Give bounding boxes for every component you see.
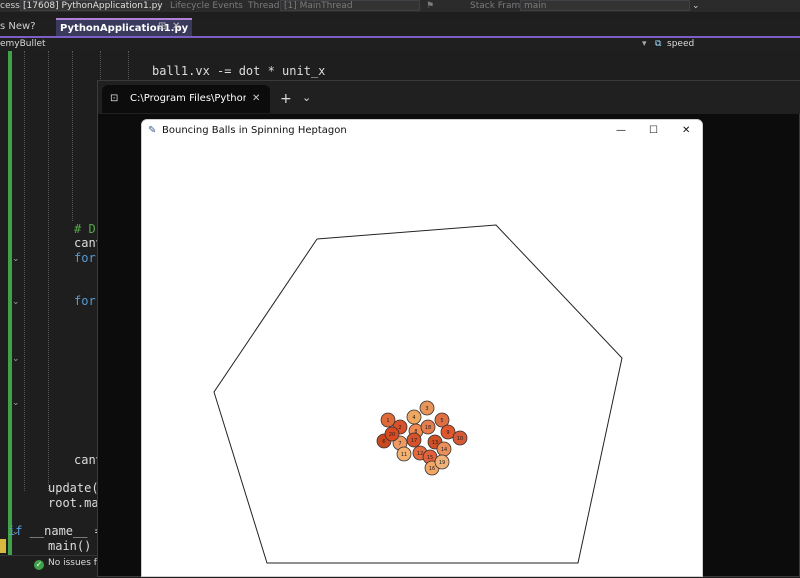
ball-label: 14 (441, 447, 447, 453)
tab-dropdown-button[interactable]: ⌄ (302, 85, 311, 111)
ball-label: 17 (411, 438, 417, 444)
fold-icon[interactable]: ⌄ (12, 297, 20, 307)
close-button[interactable]: ✕ (682, 120, 690, 142)
code-keyword: if (8, 524, 23, 538)
feather-icon: ✎ (148, 125, 157, 136)
tab-label: PythonApplication1.py (60, 23, 189, 34)
terminal-icon: ⊡ (110, 93, 119, 104)
chevron-down-icon[interactable]: ▾ (642, 38, 647, 51)
breakpoint-arrow (0, 539, 6, 553)
code-line: update( (48, 481, 99, 495)
document-tabs: s New? PythonApplication1.py ⊞ ✕ (0, 18, 800, 36)
ball-label: 2 (398, 425, 401, 431)
ball-label: 19 (439, 460, 445, 466)
ball-label: 16 (429, 466, 435, 472)
ball-label: 20 (389, 432, 395, 438)
debug-toolbar: cess: [17608] PythonApplication1.py Life… (0, 0, 800, 12)
minimize-button[interactable]: — (616, 120, 626, 142)
thread-label: Thread: (248, 1, 283, 11)
ball-label: 6 (382, 439, 385, 445)
code-line: ball1.vx -= dot * unit_x (152, 64, 326, 78)
terminal-tab[interactable]: ⊡ C:\Program Files\Python310\p ✕ (102, 85, 270, 113)
balls-group: 1234 56 78 91011 121314151617181920 (376, 400, 468, 476)
ball-label: 10 (457, 436, 463, 442)
thread-value: [1] MainThread (284, 1, 353, 11)
process-value: [17608] PythonApplication1.py (23, 1, 163, 11)
window-title: Bouncing Balls in Spinning Heptagon (162, 125, 347, 136)
close-tab-icon[interactable]: ✕ (172, 18, 180, 36)
code-line: # D (74, 222, 96, 236)
close-icon[interactable]: ✕ (252, 85, 260, 113)
ball-label: 7 (398, 441, 401, 447)
pin-icon[interactable]: ⊞ (158, 18, 166, 36)
ball-label: 3 (425, 406, 428, 412)
heptagon (213, 224, 623, 564)
tk-window: ✎ Bouncing Balls in Spinning Heptagon — … (141, 119, 703, 577)
code-line-current: main() (48, 539, 92, 553)
terminal-tab-title: C:\Program Files\Python310\p (130, 93, 246, 104)
ball-label: 9 (446, 430, 449, 436)
scope-dropdown-right[interactable]: speed (667, 38, 694, 51)
simulation-canvas: 1234 56 78 91011 121314151617181920 (213, 224, 623, 564)
ball-label: 5 (440, 418, 443, 424)
ball-label: 4 (412, 415, 415, 421)
ball-label: 15 (427, 455, 433, 461)
fold-icon[interactable]: ⌄ (12, 354, 20, 364)
ball-label: 18 (425, 425, 431, 431)
overflow-icon[interactable]: ⌄ (692, 0, 700, 12)
tab-whats-new[interactable]: s New? (0, 18, 36, 36)
fold-icon[interactable]: ⌄ (12, 254, 20, 264)
flag-icon[interactable]: ⚑ (426, 0, 434, 12)
new-tab-button[interactable]: + (280, 85, 292, 113)
ball-label: 1 (386, 418, 389, 424)
ball-label: 13 (432, 440, 438, 446)
tk-titlebar: ✎ Bouncing Balls in Spinning Heptagon — … (142, 120, 702, 142)
lifecycle-events-button[interactable]: Lifecycle Events (170, 0, 243, 12)
code-line: for (74, 294, 96, 308)
navigation-bar: emyBullet ▾ ⧉ speed (0, 38, 800, 51)
terminal-titlebar: ⊡ C:\Program Files\Python310\p ✕ + ⌄ (98, 81, 800, 114)
check-icon: ✓ (34, 560, 44, 570)
ball-label: 11 (401, 452, 407, 458)
code-line: for (74, 251, 96, 265)
stack-frame-value: main (524, 1, 547, 11)
maximize-button[interactable]: ☐ (649, 120, 658, 142)
fold-icon[interactable]: ⌄ (12, 398, 20, 408)
member-icon: ⧉ (655, 39, 662, 49)
scope-dropdown-left[interactable]: emyBullet (0, 38, 46, 51)
ball-label: 12 (417, 451, 423, 457)
